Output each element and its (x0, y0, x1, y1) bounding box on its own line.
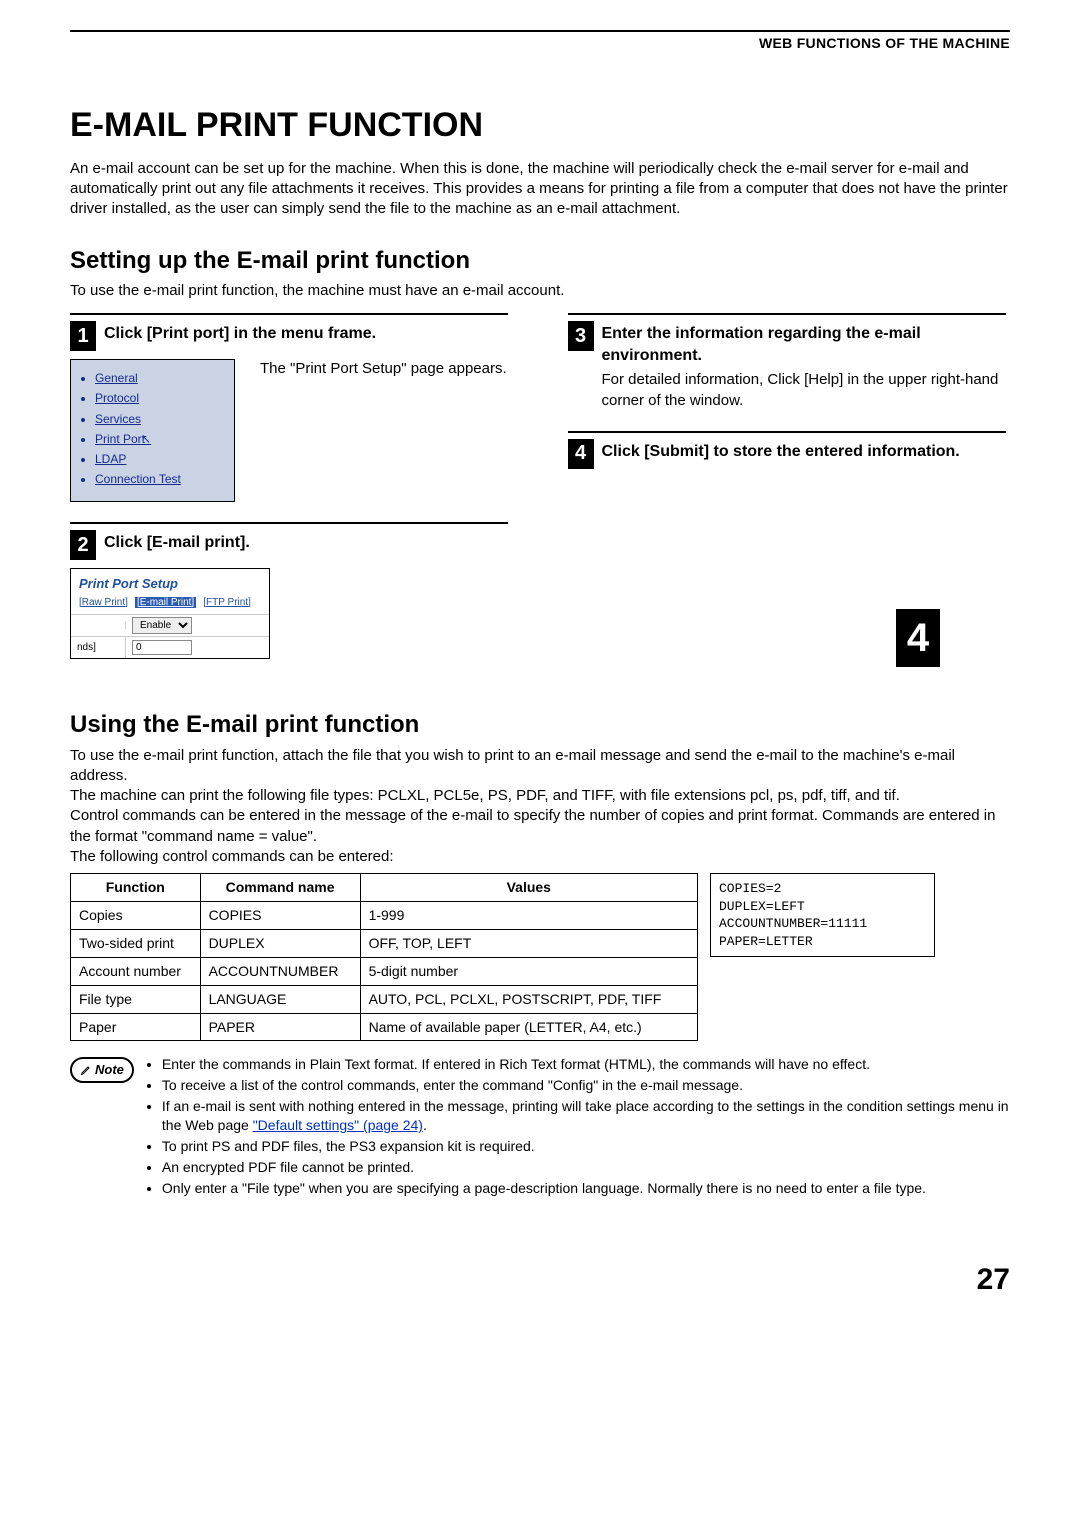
example-box: COPIES=2 DUPLEX=LEFT ACCOUNTNUMBER=11111… (710, 873, 935, 957)
step-2: 2 Click [E-mail print]. Print Port Setup… (70, 522, 513, 659)
section-header: WEB FUNCTIONS OF THE MACHINE (70, 34, 1010, 53)
setup-sub: To use the e-mail print function, the ma… (70, 281, 1010, 301)
step-title-2: Click [E-mail print]. (104, 530, 250, 554)
using-heading: Using the E-mail print function (70, 709, 1010, 741)
menu-item-print-port[interactable]: Print Port↖ (95, 431, 226, 447)
using-p3: Control commands can be entered in the m… (70, 806, 1010, 847)
table-row: Two-sided printDUPLEXOFF, TOP, LEFT (71, 929, 698, 957)
enable-select[interactable]: Enable (132, 617, 192, 634)
step-title-1: Click [Print port] in the menu frame. (104, 321, 376, 345)
row-label-1 (71, 621, 126, 629)
chapter-tab: 4 (896, 609, 940, 667)
port-setup-title: Print Port Setup (71, 569, 269, 595)
note-item: If an e-mail is sent with nothing entere… (162, 1097, 1010, 1135)
menu-screenshot: General Protocol Services Print Port↖ LD… (70, 359, 235, 502)
note-list: Enter the commands in Plain Text format.… (144, 1055, 1010, 1199)
commands-table: Function Command name Values CopiesCOPIE… (70, 873, 698, 1041)
note-item: An encrypted PDF file cannot be printed. (162, 1158, 1010, 1177)
step-title-4: Click [Submit] to store the entered info… (602, 439, 960, 463)
step-1-desc: The "Print Port Setup" page appears. (260, 359, 507, 379)
note-item: To receive a list of the control command… (162, 1076, 1010, 1095)
th-command: Command name (200, 874, 360, 902)
example-line: PAPER=LETTER (719, 933, 926, 951)
note-badge: Note (70, 1057, 134, 1083)
step-number-1: 1 (70, 321, 96, 351)
pencil-icon (80, 1064, 92, 1076)
table-row: File typeLANGUAGEAUTO, PCL, PCLXL, POSTS… (71, 985, 698, 1013)
intro-paragraph: An e-mail account can be set up for the … (70, 159, 1010, 220)
table-row: PaperPAPERName of available paper (LETTE… (71, 1013, 698, 1041)
example-line: ACCOUNTNUMBER=11111 (719, 915, 926, 933)
table-row: Account numberACCOUNTNUMBER5-digit numbe… (71, 957, 698, 985)
setup-heading: Setting up the E-mail print function (70, 245, 1010, 277)
example-line: DUPLEX=LEFT (719, 898, 926, 916)
menu-item-connection-test[interactable]: Connection Test (95, 471, 226, 487)
using-p1: To use the e-mail print function, attach… (70, 746, 1010, 787)
menu-item-protocol[interactable]: Protocol (95, 390, 226, 406)
tab-email-print[interactable]: [E-mail Print] (135, 597, 196, 608)
th-values: Values (360, 874, 697, 902)
page-title: E-MAIL PRINT FUNCTION (70, 103, 1010, 149)
port-setup-screenshot: Print Port Setup [Raw Print] [E-mail Pri… (70, 568, 270, 659)
step-title-3: Enter the information regarding the e-ma… (602, 321, 1011, 366)
tab-ftp-print[interactable]: [FTP Print] (203, 597, 251, 608)
note-item: To print PS and PDF files, the PS3 expan… (162, 1137, 1010, 1156)
using-p2: The machine can print the following file… (70, 786, 1010, 806)
note-item: Enter the commands in Plain Text format.… (162, 1055, 1010, 1074)
step-number-3: 3 (568, 321, 594, 351)
nds-input[interactable] (132, 640, 192, 655)
th-function: Function (71, 874, 201, 902)
step-3: 3 Enter the information regarding the e-… (568, 313, 1011, 411)
note-item: Only enter a "File type" when you are sp… (162, 1179, 1010, 1198)
default-settings-link[interactable]: "Default settings" (page 24) (253, 1117, 423, 1133)
menu-item-general[interactable]: General (95, 370, 226, 386)
menu-item-ldap[interactable]: LDAP (95, 451, 226, 467)
tab-raw-print[interactable]: [Raw Print] (79, 597, 128, 608)
step-1: 1 Click [Print port] in the menu frame. … (70, 313, 513, 502)
menu-item-services[interactable]: Services (95, 411, 226, 427)
cursor-icon: ↖ (141, 432, 151, 446)
page-number: 27 (70, 1260, 1010, 1301)
row-label-2: nds] (71, 637, 126, 659)
step-number-2: 2 (70, 530, 96, 560)
step-3-desc: For detailed information, Click [Help] i… (602, 370, 1011, 411)
example-line: COPIES=2 (719, 880, 926, 898)
step-4: 4 Click [Submit] to store the entered in… (568, 431, 1011, 469)
table-row: CopiesCOPIES1-999 (71, 901, 698, 929)
step-number-4: 4 (568, 439, 594, 469)
using-p4: The following control commands can be en… (70, 847, 1010, 867)
